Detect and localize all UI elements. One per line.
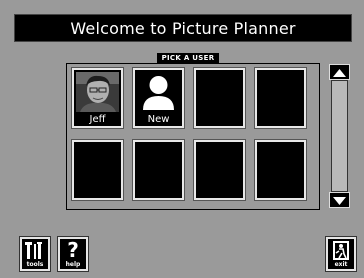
user-name: New xyxy=(147,114,170,125)
door-exit-icon xyxy=(333,241,349,260)
empty-user-slot[interactable] xyxy=(196,70,243,126)
pick-user-heading: PICK A USER xyxy=(157,53,219,63)
tools-label: tools xyxy=(26,261,44,268)
question-mark-icon: ? xyxy=(67,238,79,262)
scroll-down-button[interactable] xyxy=(329,192,350,208)
new-user-icon xyxy=(137,72,180,112)
empty-user-slot[interactable] xyxy=(196,142,243,198)
empty-user-slot[interactable] xyxy=(135,142,182,198)
empty-user-slot[interactable] xyxy=(74,142,121,198)
user-slot-jeff[interactable]: Jeff xyxy=(74,70,121,126)
app-window: Welcome to Picture Planner PICK A USER J… xyxy=(0,0,364,278)
empty-user-slot[interactable] xyxy=(257,142,304,198)
user-name: Jeff xyxy=(89,114,106,125)
exit-label: exit xyxy=(334,261,348,268)
triangle-down-icon xyxy=(333,197,346,205)
empty-user-slot[interactable] xyxy=(257,70,304,126)
scroll-up-button[interactable] xyxy=(329,64,350,80)
exit-button[interactable]: exit xyxy=(326,237,356,271)
user-slot-new[interactable]: New xyxy=(135,70,182,126)
tools-button[interactable]: tools xyxy=(20,237,50,271)
tools-icon xyxy=(25,242,42,259)
triangle-up-icon xyxy=(333,69,346,77)
scrollbar-track[interactable] xyxy=(331,80,348,192)
user-photo xyxy=(76,72,119,112)
window-title: Welcome to Picture Planner xyxy=(14,14,352,42)
help-label: help xyxy=(65,261,81,268)
help-button[interactable]: ? help xyxy=(58,237,88,271)
